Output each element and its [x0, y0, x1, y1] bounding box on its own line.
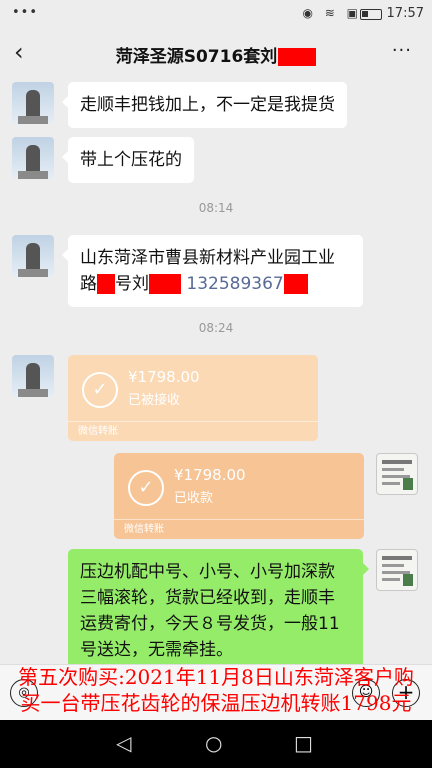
contact-avatar[interactable] — [12, 137, 54, 179]
transfer-label: 微信转账 — [114, 519, 364, 539]
nav-recent-icon[interactable]: □ — [294, 731, 313, 755]
caption-line: 第五次购买:2021年11月8日山东菏泽客户购 — [18, 665, 414, 689]
check-circle-icon: ✓ — [82, 372, 118, 408]
message-bubble[interactable]: 带上个压花的 — [62, 137, 194, 183]
more-icon[interactable]: ··· — [392, 40, 412, 61]
battery-icon — [360, 9, 382, 20]
message-bubble[interactable]: 走顺丰把钱加上，不一定是我提货 — [62, 82, 347, 128]
nav-back-icon[interactable]: ◁ — [116, 731, 131, 755]
status-time: 17:57 — [386, 6, 424, 21]
message-text: 三幅滚轮，货款已经收到，走顺丰 — [80, 588, 335, 608]
chat-header: ‹ 菏泽圣源S0716套刘 ··· — [0, 28, 432, 78]
phone-link[interactable]: 132589367 — [186, 274, 283, 294]
timestamp: 08:14 — [198, 201, 234, 215]
nav-home-icon[interactable]: ○ — [205, 731, 222, 755]
system-nav-bar: ◁ ○ □ — [0, 720, 432, 768]
transfer-card[interactable]: ✓ ¥1798.00 已被接收 微信转账 — [68, 355, 318, 441]
status-icons: ◉ ≋ ▣ — [302, 6, 362, 20]
message-text: 山东菏泽市曹县新材料产业园工业 — [80, 248, 335, 268]
message-text: 压边机配中号、小号、小号加深款 — [80, 562, 335, 582]
transfer-status: 已被接收 — [128, 393, 181, 408]
transfer-card[interactable]: ✓ ¥1798.00 已收款 微信转账 — [114, 453, 364, 539]
chat-title: 菏泽圣源S0716套刘 — [0, 42, 432, 67]
caption-overlay: 第五次购买:2021年11月8日山东菏泽客户购 买一台带压花齿轮的保温压边机转账… — [0, 664, 432, 716]
transfer-amount: ¥1798.00 — [128, 368, 200, 386]
message-text: 运费寄付，今天８号发货，一般11 — [80, 614, 340, 634]
contact-avatar[interactable] — [12, 235, 54, 277]
message-bubble-sent[interactable]: 压边机配中号、小号、小号加深款 三幅滚轮，货款已经收到，走顺丰 运费寄付，今天８… — [68, 549, 369, 673]
message-text: 号刘 — [115, 274, 149, 294]
message-text: 走顺丰把钱加上，不一定是我提货 — [80, 95, 335, 115]
redaction-box — [283, 274, 308, 294]
message-text: 号送达，无需牵挂。 — [80, 640, 233, 660]
message-text: 路 — [80, 274, 97, 294]
message-bubble[interactable]: 山东菏泽市曹县新材料产业园工业 路号刘 132589367 — [62, 235, 363, 307]
redaction-box — [97, 274, 115, 294]
message-text: 带上个压花的 — [80, 150, 182, 170]
transfer-amount: ¥1798.00 — [174, 466, 246, 484]
contact-avatar[interactable] — [12, 355, 54, 397]
check-circle-icon: ✓ — [128, 470, 164, 506]
message-text-line: 路号刘 132589367 — [80, 271, 351, 297]
contact-avatar[interactable] — [12, 82, 54, 124]
redaction-box — [149, 274, 181, 294]
my-avatar[interactable] — [376, 549, 418, 591]
caption-line: 买一台带压花齿轮的保温压边机转账1798元 — [20, 691, 412, 715]
chat-title-text: 菏泽圣源S0716套刘 — [115, 47, 278, 67]
my-avatar[interactable] — [376, 453, 418, 495]
status-bar: ••• ◉ ≋ ▣ 17:57 — [0, 0, 432, 28]
notification-dots-icon: ••• — [12, 5, 39, 20]
transfer-status: 已收款 — [174, 491, 214, 506]
redaction-box — [278, 48, 317, 66]
timestamp: 08:24 — [198, 321, 234, 335]
transfer-label: 微信转账 — [68, 421, 318, 441]
